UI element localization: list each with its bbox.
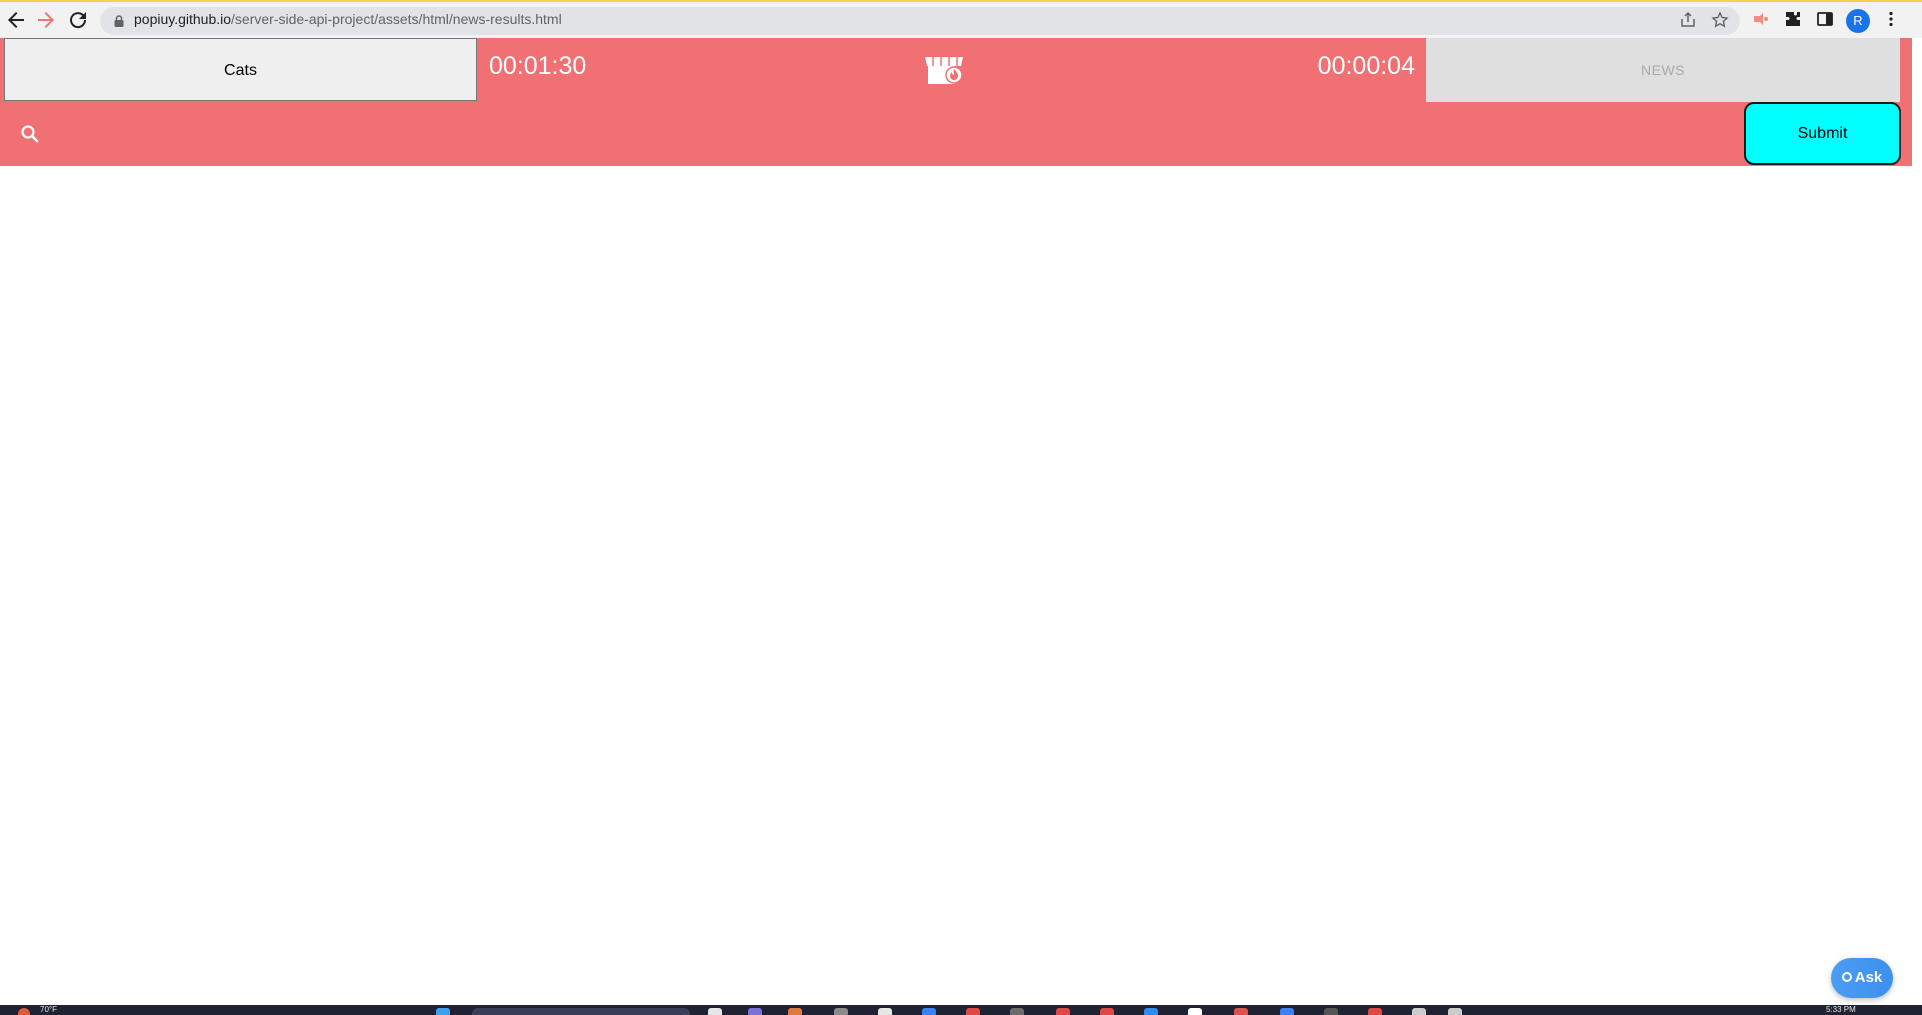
header-bar: Cats 00:01:30 00:00:04 NEWS: [0, 38, 1912, 102]
taskbar-app-icon[interactable]: [1188, 1008, 1202, 1015]
taskbar-app-icon[interactable]: [1010, 1008, 1024, 1015]
taskbar-app-icon[interactable]: [1144, 1008, 1158, 1015]
weather-icon[interactable]: [18, 1008, 30, 1015]
taskbar-app-icon[interactable]: [1280, 1008, 1294, 1015]
star-icon[interactable]: [1710, 11, 1730, 31]
scrollbar-track[interactable]: [1912, 38, 1922, 998]
timer-right: 00:00:04: [1317, 52, 1415, 80]
taskbar-app-icon[interactable]: [1100, 1008, 1114, 1015]
os-taskbar: 70°F 5:33 PM: [0, 1005, 1922, 1015]
puzzle-icon[interactable]: [1782, 10, 1804, 32]
url-host: popiuy.github.io: [134, 11, 232, 27]
taskbar-clock[interactable]: 5:33 PM: [1826, 1005, 1856, 1015]
url-path: /server-side-api-project/assets/html/new…: [231, 11, 562, 27]
windows-start-icon[interactable]: [436, 1008, 450, 1015]
forward-arrow-icon[interactable]: [34, 8, 58, 32]
profile-avatar[interactable]: R: [1846, 9, 1870, 33]
taskbar-app-icon[interactable]: [1448, 1008, 1462, 1015]
taskbar-app-icon[interactable]: [1056, 1008, 1070, 1015]
taskbar-app-icon[interactable]: [788, 1008, 802, 1015]
taskbar-app-icon[interactable]: [1234, 1008, 1248, 1015]
ask-button[interactable]: Ask: [1831, 958, 1893, 998]
search-icon: [21, 125, 39, 143]
back-arrow-icon[interactable]: [4, 8, 28, 32]
submit-button[interactable]: Submit: [1744, 102, 1901, 165]
menu-dots-icon[interactable]: [1880, 10, 1902, 32]
cats-button[interactable]: Cats: [4, 38, 477, 101]
taskbar-search[interactable]: [472, 1008, 690, 1015]
browser-toolbar: popiuy.github.io/server-side-api-project…: [0, 0, 1922, 38]
search-input[interactable]: [50, 114, 1734, 156]
extension-icon[interactable]: [1750, 10, 1772, 32]
page: popiuy.github.io/server-side-api-project…: [0, 0, 1922, 1015]
taskbar-app-icon[interactable]: [966, 1008, 980, 1015]
ask-search-icon: [1841, 972, 1852, 983]
sidebar-icon[interactable]: [1814, 10, 1836, 32]
url-text: popiuy.github.io/server-side-api-project…: [134, 11, 562, 27]
ask-label: Ask: [1854, 969, 1883, 986]
share-icon[interactable]: [1678, 11, 1698, 31]
taskbar-app-icon[interactable]: [834, 1008, 848, 1015]
taskbar-app-icon[interactable]: [1324, 1008, 1338, 1015]
taskbar-temperature: 70°F: [40, 1005, 57, 1014]
address-bar[interactable]: popiuy.github.io/server-side-api-project…: [100, 7, 1740, 35]
taskbar-app-icon[interactable]: [708, 1008, 722, 1015]
taskbar-app-icon[interactable]: [1412, 1008, 1426, 1015]
lock-icon: [114, 15, 124, 27]
taskbar-app-icon[interactable]: [748, 1008, 762, 1015]
timer-left: 00:01:30: [489, 52, 587, 80]
taskbar-app-icon[interactable]: [878, 1008, 892, 1015]
news-tab[interactable]: NEWS: [1426, 38, 1900, 102]
taskbar-app-icon[interactable]: [922, 1008, 936, 1015]
shop-awning-icon: [925, 57, 963, 84]
taskbar-app-icon[interactable]: [1368, 1008, 1382, 1015]
reload-icon[interactable]: [66, 8, 90, 32]
search-bar: Submit: [0, 102, 1912, 166]
